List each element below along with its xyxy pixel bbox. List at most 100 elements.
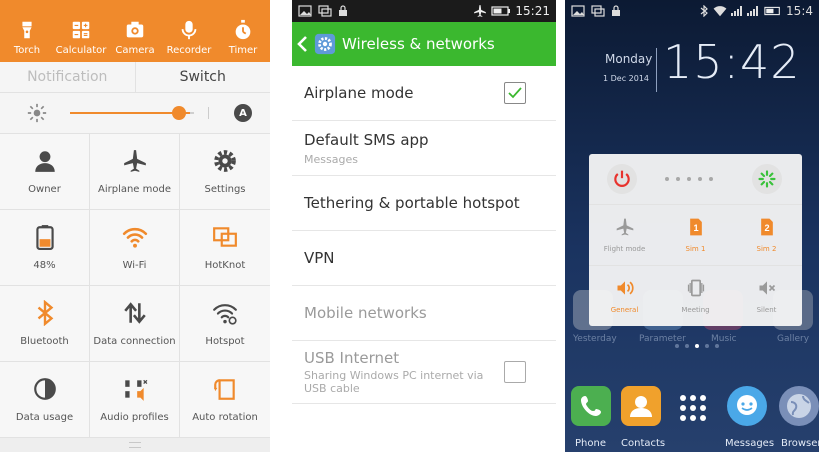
toggle-grid: Owner Airplane mode Settings 48% Wi-Fi H…: [0, 134, 270, 438]
screenshot-notification-icon: [591, 5, 605, 17]
battery-icon: [35, 225, 54, 250]
popup-row-sim: Flight mode 1 Sim 1 2 Sim 2: [589, 205, 802, 266]
brightness-row: A: [0, 93, 270, 134]
browser-icon: [787, 394, 811, 418]
camera-icon: [126, 21, 144, 38]
row-title: USB Internet: [304, 349, 400, 367]
popup-label: Meeting: [681, 306, 710, 314]
image-notification-icon: [571, 5, 585, 17]
popup-label: General: [610, 306, 639, 314]
tab-notification[interactable]: Notification: [0, 62, 136, 92]
svg-text:1: 1: [693, 223, 698, 233]
dock-label-browser: Browser: [781, 438, 819, 449]
calculator-button[interactable]: Calculator: [54, 0, 108, 62]
back-button[interactable]: [292, 33, 336, 55]
toggle-battery[interactable]: 48%: [0, 210, 90, 286]
clock-divider: [656, 48, 657, 92]
airplane-mode-checkbox[interactable]: [504, 82, 526, 104]
hotknot-icon: [213, 227, 237, 247]
power-icon: [614, 170, 630, 187]
quick-actions-bar: Torch Calculator Camera Recorder Timer: [0, 0, 270, 62]
contacts-app[interactable]: [621, 386, 661, 426]
speaker-icon: [617, 281, 634, 295]
usb-internet-row[interactable]: USB Internet Sharing Windows PC internet…: [292, 341, 556, 404]
toggle-owner[interactable]: Owner: [0, 134, 90, 210]
messages-app[interactable]: [727, 386, 767, 426]
ghost-app-label: Gallery: [777, 334, 810, 344]
brightness-slider-rest: [190, 112, 194, 114]
lock-clock: 15:42: [663, 35, 801, 89]
toggle-auto-rotation[interactable]: Auto rotation: [180, 362, 270, 438]
bluetooth-status-icon: [700, 5, 708, 17]
page-dots: [665, 177, 713, 181]
torch-button[interactable]: Torch: [0, 0, 54, 62]
airplane-icon: [123, 150, 146, 172]
power-profile-popup: Flight mode 1 Sim 1 2 Sim 2 General Meet…: [589, 154, 802, 326]
reboot-icon: [758, 170, 776, 188]
apps-grid-icon: [680, 395, 706, 421]
toggle-airplane-mode[interactable]: Airplane mode: [90, 134, 180, 210]
toggle-hotspot[interactable]: Hotspot: [180, 286, 270, 362]
image-notification-icon: [298, 5, 312, 17]
divider: [208, 107, 209, 119]
mobile-networks-row[interactable]: Mobile networks: [292, 286, 556, 341]
phone-app[interactable]: [571, 386, 611, 426]
silent-profile-toggle[interactable]: Silent: [731, 266, 802, 326]
auto-rotation-icon: [214, 379, 235, 400]
default-sms-app-row[interactable]: Default SMS app Messages: [292, 121, 556, 176]
sim1-toggle[interactable]: 1 Sim 1: [660, 205, 731, 265]
ghost-app-label: Yesterday: [573, 334, 617, 344]
sim2-toggle[interactable]: 2 Sim 2: [731, 205, 802, 265]
vpn-row[interactable]: VPN: [292, 231, 556, 286]
quick-settings-panel: Torch Calculator Camera Recorder Timer N…: [0, 0, 270, 452]
timer-button[interactable]: Timer: [216, 0, 270, 62]
phone-icon: [581, 396, 601, 416]
toggle-data-connection[interactable]: Data connection: [90, 286, 180, 362]
lock-icon: [339, 5, 347, 16]
timer-label: Timer: [228, 45, 258, 56]
brightness-slider-handle[interactable]: [172, 106, 186, 120]
popup-row-profiles: General Meeting Silent: [589, 266, 802, 326]
toggle-label: Settings: [204, 184, 246, 195]
airplane-icon: [616, 218, 633, 236]
popup-label: Silent: [756, 306, 777, 314]
ghost-app-label: Parameter: [639, 334, 686, 344]
toggle-wifi[interactable]: Wi-Fi: [90, 210, 180, 286]
tethering-hotspot-row[interactable]: Tethering & portable hotspot: [292, 176, 556, 231]
auto-brightness-button[interactable]: A: [234, 104, 252, 122]
toggle-hotknot[interactable]: HotKnot: [180, 210, 270, 286]
calculator-label: Calculator: [55, 45, 107, 56]
messages-icon: [737, 395, 757, 415]
chevron-left-icon: [297, 36, 307, 52]
tab-switch[interactable]: Switch: [136, 62, 271, 92]
meeting-profile-toggle[interactable]: Meeting: [660, 266, 731, 326]
flight-mode-toggle[interactable]: Flight mode: [589, 205, 660, 265]
wifi-status-icon: [713, 6, 727, 17]
action-bar: Wireless & networks: [292, 22, 556, 66]
usb-internet-checkbox[interactable]: [504, 361, 526, 383]
battery-status-icon: [491, 6, 511, 16]
power-button[interactable]: [607, 164, 637, 194]
torch-icon: [22, 21, 32, 39]
toggle-audio-profiles[interactable]: Audio profiles: [90, 362, 180, 438]
popup-label: Flight mode: [603, 245, 646, 253]
toggle-label: Data usage: [15, 412, 74, 423]
wireless-networks-screen: 15:21 Wireless & networks Airplane mode …: [292, 0, 556, 452]
status-bar: 15:4: [565, 0, 819, 22]
row-title: Airplane mode: [304, 84, 414, 102]
toggle-label: Bluetooth: [20, 336, 69, 347]
toggle-settings[interactable]: Settings: [180, 134, 270, 210]
toggle-data-usage[interactable]: Data usage: [0, 362, 90, 438]
airplane-mode-row[interactable]: Airplane mode: [292, 66, 556, 121]
toggle-label: Auto rotation: [192, 412, 258, 423]
toggle-label: Audio profiles: [100, 412, 169, 423]
shade-drag-handle[interactable]: [0, 438, 270, 452]
general-profile-toggle[interactable]: General: [589, 266, 660, 326]
camera-button[interactable]: Camera: [108, 0, 162, 62]
apps-drawer-button[interactable]: [673, 386, 713, 426]
reboot-button[interactable]: [752, 164, 782, 194]
recorder-button[interactable]: Recorder: [162, 0, 216, 62]
toggle-bluetooth[interactable]: Bluetooth: [0, 286, 90, 362]
browser-app[interactable]: [779, 386, 819, 426]
data-usage-icon: [33, 378, 56, 400]
